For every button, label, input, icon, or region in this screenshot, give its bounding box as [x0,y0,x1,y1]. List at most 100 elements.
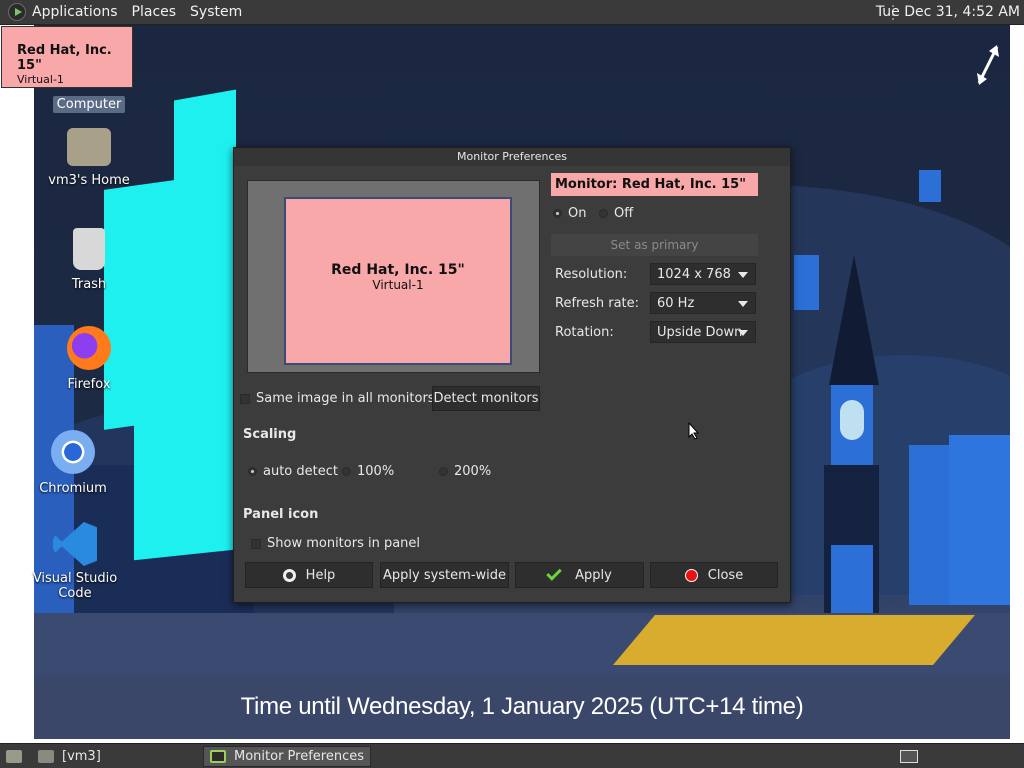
taskbar-item-files[interactable]: [vm3] [32,746,200,767]
detect-monitors-button[interactable]: Detect monitors [432,386,540,411]
show-desktop-icon [6,750,22,763]
detect-monitors-label: Detect monitors [433,391,539,406]
scaling-100-label: 100% [357,464,395,479]
scaling-auto-radio[interactable]: auto detect [248,464,338,479]
bottom-panel: [vm3] Monitor Preferences [0,743,1024,768]
monitor-layout-preview: Red Hat, Inc. 15" Virtual-1 [247,180,540,373]
taskbar-item-label: Monitor Preferences [234,749,365,764]
close-label: Close [707,567,744,583]
chromium-icon [51,430,95,474]
help-button[interactable]: Help [245,562,373,588]
help-label: Help [305,567,336,583]
refresh-rate-label: Refresh rate: [555,296,640,311]
show-desktop-button[interactable] [2,746,28,767]
workspace-switcher[interactable] [900,746,918,767]
desktop-icon-label: Visual Studio Code [32,571,118,601]
monitor-icon [210,750,226,763]
radio-icon [342,467,351,476]
chevron-down-icon [738,301,748,307]
firefox-icon [67,326,111,370]
taskbar-item-monitor-preferences[interactable]: Monitor Preferences [203,746,371,767]
desktop-icon-vscode[interactable]: Visual Studio Code [20,522,130,602]
checkbox-icon [240,393,250,404]
clock[interactable]: Tue Dec 31, 4:52 AM [876,4,1020,20]
monitor-preview-sub: Virtual-1 [372,278,424,292]
checkbox-icon [251,538,261,549]
apply-system-wide-label: Apply system-wide [382,567,507,583]
monitor-preview-box[interactable]: Red Hat, Inc. 15" Virtual-1 [284,197,512,365]
countdown-banner: Time until Wednesday, 1 January 2025 (UT… [34,675,1010,739]
wallpaper-building [794,255,819,310]
wallpaper-building [909,445,949,605]
refresh-rate-value: 60 Hz [657,296,695,311]
rotation-label: Rotation: [555,325,614,340]
radio-off-icon [599,209,608,218]
close-icon [684,568,698,582]
wallpaper-building [949,435,1010,605]
monitor-identify-popup: Red Hat, Inc. 15" Virtual-1 [1,26,133,88]
refresh-rate-select[interactable]: 60 Hz [650,292,756,314]
radio-on[interactable]: On [553,206,586,221]
dialog-title[interactable]: Monitor Preferences [234,148,790,166]
monitor-popup-sub: Virtual-1 [17,73,64,86]
chevron-down-icon [738,272,748,278]
mouse-cursor-icon [688,422,700,440]
cyan-logo-shape [134,369,234,561]
desktop-icon-label: Firefox [67,377,111,392]
close-button[interactable]: Close [650,562,778,588]
wallpaper-house [919,170,941,202]
scaling-200-radio[interactable]: 200% [439,464,491,479]
folder-icon [38,750,54,763]
apply-label: Apply [575,567,612,583]
desktop-icon-trash[interactable]: Trash [34,228,144,293]
same-image-checkbox[interactable]: Same image in all monitors [240,391,435,406]
desktop-icon-firefox[interactable]: Firefox [34,326,144,393]
rotation-select[interactable]: Upside Down [650,321,756,343]
monitor-label: Monitor: Red Hat, Inc. 15" [551,173,758,196]
menu-places[interactable]: Places [132,4,177,20]
home-folder-icon [67,128,111,166]
rotation-value: Upside Down [657,325,743,340]
set-primary-button[interactable]: Set as primary [551,234,758,256]
show-monitors-label: Show monitors in panel [267,536,421,551]
right-margin [1010,25,1024,739]
scaling-heading: Scaling [243,427,297,442]
show-monitors-checkbox[interactable]: Show monitors in panel [251,536,420,551]
monitor-preferences-dialog: Monitor Preferences Red Hat, Inc. 15" Vi… [233,147,791,603]
menu-applications[interactable]: Applications [32,4,118,20]
radio-off[interactable]: Off [599,206,633,221]
desktop-icon-label: Computer [52,96,126,113]
resolution-value: 1024 x 768 [657,267,731,282]
menu-system[interactable]: System [190,4,242,20]
apply-button[interactable]: Apply [515,562,644,588]
scaling-200-label: 200% [454,464,492,479]
radio-on-icon [553,209,562,218]
vscode-icon [53,522,97,566]
desktop-icon-label: vm3's Home [48,173,130,188]
resolution-select[interactable]: 1024 x 768 [650,263,756,285]
top-panel: Applications Places System Tue Dec 31, 4… [0,0,1024,25]
checkmark-icon [546,565,562,581]
desktop-icon-chromium[interactable]: Chromium [18,430,128,497]
desktop-icon-home[interactable]: vm3's Home [34,128,144,189]
scaling-100-radio[interactable]: 100% [342,464,394,479]
radio-off-label: Off [614,206,634,221]
radio-on-label: On [568,206,587,221]
monitor-popup-name: Red Hat, Inc. 15" [17,43,112,73]
left-margin [0,25,34,739]
desktop-icon-label: Trash [71,277,107,292]
apply-system-wide-button[interactable]: Apply system-wide [380,562,509,588]
trash-icon [73,228,105,270]
resolution-label: Resolution: [555,267,628,282]
radio-icon [248,467,257,476]
cyan-logo-shape [174,89,236,401]
desktop-icon-label: Chromium [39,481,107,496]
desktop-icon-computer[interactable]: Computer [34,96,144,113]
panel-icon-heading: Panel icon [243,507,319,522]
scaling-auto-label: auto detect [263,464,338,479]
radio-icon [439,467,448,476]
menu-logo-icon[interactable] [8,3,26,21]
chevron-down-icon [738,330,748,336]
resize-arrow-icon [977,45,999,85]
help-icon [282,568,296,582]
